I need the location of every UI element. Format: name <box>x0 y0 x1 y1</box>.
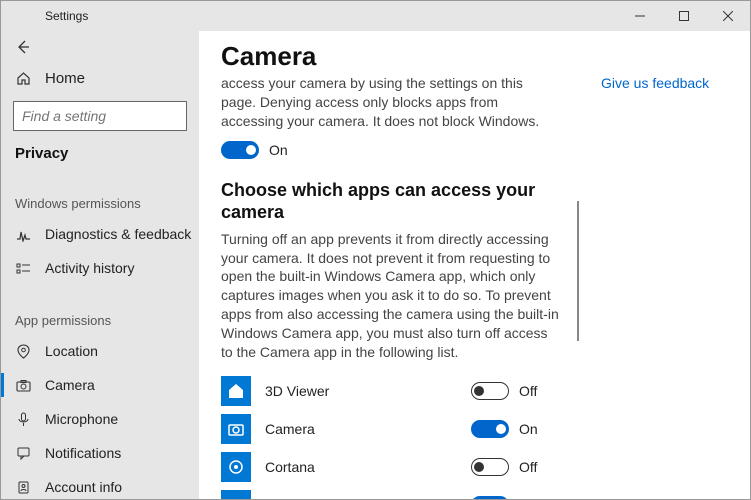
aside: Give us feedback <box>579 31 750 499</box>
group-app-permissions: App permissions <box>1 307 199 334</box>
app-name: Camera <box>265 421 471 437</box>
sidebar-item-camera[interactable]: Camera <box>1 368 199 402</box>
home-icon <box>15 70 31 86</box>
sidebar-item-account[interactable]: Account info <box>1 470 199 499</box>
titlebar: Settings <box>1 1 750 31</box>
sidebar-item-label: Camera <box>45 377 95 393</box>
app-row: Camera On <box>221 410 561 448</box>
app-row: 3D Viewer Off <box>221 372 561 410</box>
feedback-link[interactable]: Give us feedback <box>601 75 709 91</box>
home-label: Home <box>45 70 85 87</box>
app-toggle[interactable] <box>471 382 509 400</box>
app-toggle[interactable] <box>471 420 509 438</box>
app-row: Cortana Off <box>221 448 561 486</box>
sidebar: Home Privacy Windows permissions Diagnos… <box>1 31 199 499</box>
sidebar-item-diagnostics[interactable]: Diagnostics & feedback <box>1 217 199 251</box>
close-button[interactable] <box>706 1 750 31</box>
sidebar-item-label: Location <box>45 343 98 359</box>
app-name: 3D Viewer <box>265 383 471 399</box>
search-box[interactable] <box>13 101 187 131</box>
app-title: Settings <box>1 9 88 23</box>
app-toggle-label: On <box>519 497 538 499</box>
apps-subdesc: Turning off an app prevents it from dire… <box>221 230 561 362</box>
search-input[interactable] <box>22 108 199 124</box>
content-area: Camera access your camera by using the s… <box>199 31 579 499</box>
sidebar-item-activity[interactable]: Activity history <box>1 251 199 285</box>
app-icon <box>221 452 251 482</box>
app-icon <box>221 414 251 444</box>
app-name: Desktop App Web Viewer <box>265 497 471 499</box>
app-icon <box>221 376 251 406</box>
sidebar-item-label: Microphone <box>45 411 118 427</box>
maximize-button[interactable] <box>662 1 706 31</box>
app-toggle[interactable] <box>471 496 509 499</box>
camera-icon <box>15 377 31 393</box>
group-windows-permissions: Windows permissions <box>1 190 199 217</box>
sidebar-item-notifications[interactable]: Notifications <box>1 436 199 470</box>
sidebar-item-label: Notifications <box>45 445 121 461</box>
camera-access-toggle-label: On <box>269 142 288 158</box>
sidebar-item-label: Diagnostics & feedback <box>45 226 191 242</box>
back-button[interactable] <box>1 33 199 61</box>
notifications-icon <box>15 445 31 461</box>
location-icon <box>15 343 31 359</box>
app-toggle-label: On <box>519 421 538 437</box>
section-privacy: Privacy <box>1 139 199 168</box>
minimize-button[interactable] <box>618 1 662 31</box>
activity-icon <box>15 260 31 276</box>
back-arrow-icon <box>15 39 31 55</box>
app-toggle[interactable] <box>471 458 509 476</box>
page-title: Camera <box>221 41 561 72</box>
scrollbar[interactable] <box>577 201 579 341</box>
sidebar-item-label: Account info <box>45 479 122 495</box>
app-row: Desktop App Web Viewer On <box>221 486 561 499</box>
app-toggle-label: Off <box>519 459 537 475</box>
app-icon <box>221 490 251 499</box>
account-icon <box>15 479 31 495</box>
page-intro: access your camera by using the settings… <box>221 74 561 131</box>
sidebar-item-location[interactable]: Location <box>1 334 199 368</box>
camera-access-toggle[interactable] <box>221 141 259 159</box>
sidebar-item-microphone[interactable]: Microphone <box>1 402 199 436</box>
diagnostics-icon <box>15 226 31 242</box>
apps-subhead: Choose which apps can access your camera <box>221 179 561 224</box>
home-button[interactable]: Home <box>1 61 199 95</box>
sidebar-item-label: Activity history <box>45 260 134 276</box>
app-name: Cortana <box>265 459 471 475</box>
app-toggle-label: Off <box>519 383 537 399</box>
microphone-icon <box>15 411 31 427</box>
